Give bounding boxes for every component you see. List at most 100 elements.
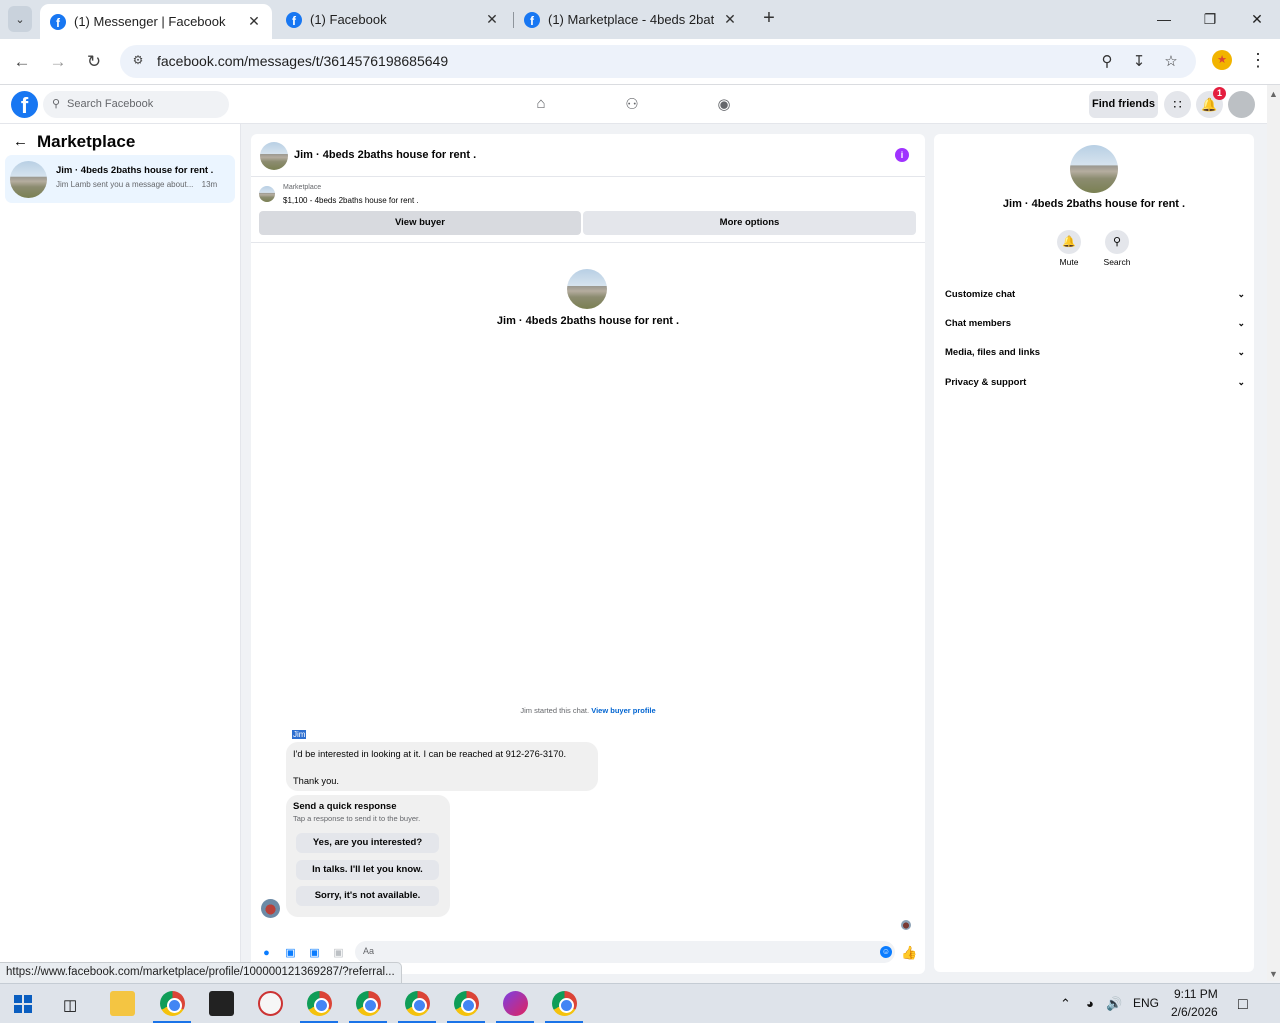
sticky-notes-icon[interactable]	[209, 991, 234, 1016]
notification-badge: 1	[1213, 87, 1226, 100]
view-buyer-button[interactable]: View buyer	[259, 211, 581, 235]
notifications-center-icon[interactable]: □	[1238, 996, 1248, 1014]
tab-marketplace[interactable]: f (1) Marketplace - 4beds 2baths ✕	[514, 0, 748, 39]
clock-date[interactable]: 2/6/2026	[1171, 1005, 1218, 1019]
quick-reply-button[interactable]: In talks. I'll let you know.	[296, 860, 439, 880]
back-arrow-icon[interactable]: ←	[13, 133, 28, 150]
search-icon: ⚲	[1105, 230, 1129, 254]
listing-thumbnail	[10, 161, 47, 198]
clock-time[interactable]: 9:11 PM	[1174, 987, 1218, 1001]
chat-details-panel: Jim · 4beds 2baths house for rent . 🔔 Mu…	[934, 134, 1254, 972]
address-bar[interactable]: ⚙ facebook.com/messages/t/36145761986856…	[120, 45, 1196, 78]
quick-response-title: Send a quick response	[293, 801, 397, 812]
search-button[interactable]: ⚲ Search	[1097, 230, 1137, 267]
snipping-tool-icon[interactable]	[258, 991, 283, 1016]
reload-icon[interactable]: ↻	[81, 49, 107, 75]
listing-price[interactable]: $1,100 - 4beds 2baths house for rent .	[283, 196, 419, 205]
mute-label: Mute	[1059, 257, 1079, 267]
app-icon[interactable]	[503, 991, 528, 1016]
close-window-icon[interactable]: ✕	[1245, 8, 1269, 32]
chrome-profile-icon[interactable]	[405, 991, 430, 1016]
status-bar-url: https://www.facebook.com/marketplace/pro…	[0, 962, 402, 983]
tab-facebook[interactable]: f (1) Facebook ✕	[276, 0, 510, 39]
browser-menu-icon[interactable]: ⋮	[1248, 49, 1268, 73]
scroll-down-icon[interactable]: ▼	[1269, 969, 1278, 979]
start-icon[interactable]	[14, 995, 32, 1013]
bookmark-star-icon[interactable]: ☆	[1160, 51, 1182, 73]
info-icon[interactable]: i	[895, 148, 909, 162]
chat-intro-name: Jim · 4beds 2baths house for rent .	[496, 315, 680, 327]
new-tab-icon[interactable]: +	[758, 8, 780, 30]
file-explorer-icon[interactable]	[110, 991, 135, 1016]
windows-taskbar: ◫ ⌃ ◕ 🔊 ENG 9:11 PM 2/6/2026 □	[0, 983, 1280, 1023]
facebook-header: f ⚲ Search Facebook ⌂ ⚇ ◉ Find friends ∷…	[0, 85, 1267, 124]
search-placeholder: Search Facebook	[67, 98, 154, 110]
site-settings-icon[interactable]: ⚙	[130, 53, 146, 69]
photo-icon[interactable]: ▣	[284, 947, 297, 960]
restore-icon[interactable]: ❐	[1198, 8, 1222, 32]
emoji-icon[interactable]: ☺	[880, 946, 892, 958]
friends-icon[interactable]: ⚇	[622, 95, 642, 115]
language-indicator[interactable]: ENG	[1133, 996, 1159, 1010]
section-label: Media, files and links	[945, 347, 1041, 358]
details-name: Jim · 4beds 2baths house for rent .	[1002, 198, 1186, 210]
chat-intro-avatar	[567, 269, 607, 309]
facebook-favicon-icon: f	[524, 11, 540, 28]
microphone-icon[interactable]: ●	[260, 947, 273, 960]
search-label: Search	[1103, 257, 1131, 267]
chrome-profile-icon[interactable]	[552, 991, 577, 1016]
quick-reply-button[interactable]: Yes, are you interested?	[296, 833, 439, 853]
back-icon[interactable]: ←	[9, 49, 35, 75]
section-chat-members[interactable]: Chat members ⌄	[945, 318, 1245, 334]
menu-grid-icon[interactable]: ∷	[1164, 91, 1191, 118]
scroll-up-icon[interactable]: ▲	[1269, 89, 1278, 99]
message-bubble[interactable]: I'd be interested in looking at it. I ca…	[286, 742, 598, 791]
chrome-profile-icon[interactable]	[160, 991, 185, 1016]
extension-icon[interactable]: ★	[1212, 50, 1232, 70]
like-thumb-icon[interactable]: 👍	[901, 945, 917, 961]
chrome-profile-icon[interactable]	[307, 991, 332, 1016]
section-customize-chat[interactable]: Customize chat ⌄	[945, 289, 1245, 305]
more-options-button[interactable]: More options	[583, 211, 916, 235]
wifi-icon[interactable]: ◕	[1086, 996, 1094, 1011]
chrome-profile-icon[interactable]	[454, 991, 479, 1016]
message-input[interactable]: Aa ☺	[355, 941, 895, 963]
find-friends-button[interactable]: Find friends	[1089, 91, 1158, 118]
chrome-profile-icon[interactable]	[356, 991, 381, 1016]
mute-button[interactable]: 🔔 Mute	[1049, 230, 1089, 267]
minimize-icon[interactable]: —	[1152, 8, 1176, 32]
tab-messenger[interactable]: f (1) Messenger | Facebook ✕	[40, 4, 272, 39]
section-media-files-links[interactable]: Media, files and links ⌄	[945, 347, 1245, 363]
show-hidden-icons-icon[interactable]: ⌃	[1060, 996, 1071, 1012]
thread-item[interactable]: Jim · 4beds 2baths house for rent . Jim …	[5, 155, 235, 203]
close-tab-icon[interactable]: ✕	[246, 13, 262, 30]
chat-title[interactable]: Jim · 4beds 2baths house for rent .	[294, 149, 476, 161]
section-label: Chat members	[945, 318, 1011, 329]
sender-avatar[interactable]	[261, 899, 280, 918]
install-app-icon[interactable]: ↧	[1128, 51, 1150, 73]
sticker-icon[interactable]: ▣	[308, 947, 321, 960]
quick-reply-button[interactable]: Sorry, it's not available.	[296, 886, 439, 906]
url-text[interactable]: facebook.com/messages/t/3614576198685649	[157, 53, 448, 69]
tab-search-dropdown-icon[interactable]: ⌄	[8, 6, 32, 32]
listing-thumbnail	[259, 186, 275, 202]
close-tab-icon[interactable]: ✕	[722, 11, 738, 28]
listing-thumbnail[interactable]	[260, 142, 288, 170]
close-tab-icon[interactable]: ✕	[484, 11, 500, 28]
zoom-icon[interactable]: ⚲	[1096, 51, 1118, 73]
view-buyer-profile-link[interactable]: View buyer profile	[591, 706, 655, 715]
section-privacy-support[interactable]: Privacy & support ⌄	[945, 377, 1245, 393]
home-icon[interactable]: ⌂	[531, 95, 551, 115]
gif-icon[interactable]: ▣	[332, 947, 345, 960]
volume-icon[interactable]: 🔊	[1106, 996, 1122, 1012]
thread-time: 13m	[201, 180, 218, 189]
sender-name: Jim	[292, 730, 307, 739]
page-scrollbar[interactable]: ▲ ▼	[1267, 85, 1280, 981]
account-avatar[interactable]	[1228, 91, 1255, 118]
forward-icon[interactable]: →	[45, 49, 71, 75]
chevron-down-icon: ⌄	[1237, 318, 1245, 328]
task-view-icon[interactable]: ◫	[63, 996, 77, 1014]
groups-icon[interactable]: ◉	[714, 95, 734, 115]
facebook-logo-icon[interactable]: f	[11, 91, 38, 118]
search-input[interactable]: ⚲ Search Facebook	[43, 91, 229, 118]
